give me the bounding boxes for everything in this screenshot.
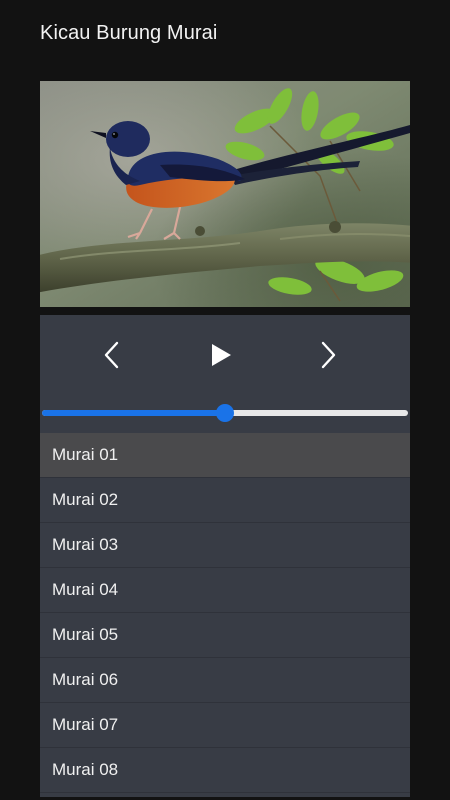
track-item[interactable]: Murai 05 [40, 613, 410, 658]
seek-bar[interactable] [40, 404, 410, 424]
play-button[interactable] [201, 335, 241, 375]
track-item[interactable]: Murai 08 [40, 748, 410, 793]
next-button[interactable] [308, 335, 348, 375]
play-icon [212, 344, 231, 366]
seek-progress-fill [42, 410, 225, 416]
playback-controls [40, 315, 410, 393]
previous-button[interactable] [92, 335, 132, 375]
track-item[interactable]: Murai 01 [40, 433, 410, 478]
track-item[interactable]: Murai 06 [40, 658, 410, 703]
chevron-right-icon [321, 341, 336, 369]
bird-artwork-image [40, 81, 410, 307]
player-panel: Murai 01 Murai 02 Murai 03 Murai 04 Mura… [40, 315, 410, 797]
track-item[interactable]: Murai 07 [40, 703, 410, 748]
track-item[interactable]: Murai 02 [40, 478, 410, 523]
chevron-left-icon [104, 341, 119, 369]
seek-thumb[interactable] [216, 404, 234, 422]
track-item[interactable]: Murai 03 [40, 523, 410, 568]
app-title: Kicau Burung Murai [40, 22, 218, 44]
app-screen: Kicau Burung Murai Murai 01 Murai 02 Mur… [0, 0, 450, 800]
track-list: Murai 01 Murai 02 Murai 03 Murai 04 Mura… [40, 433, 410, 793]
track-item[interactable]: Murai 04 [40, 568, 410, 613]
